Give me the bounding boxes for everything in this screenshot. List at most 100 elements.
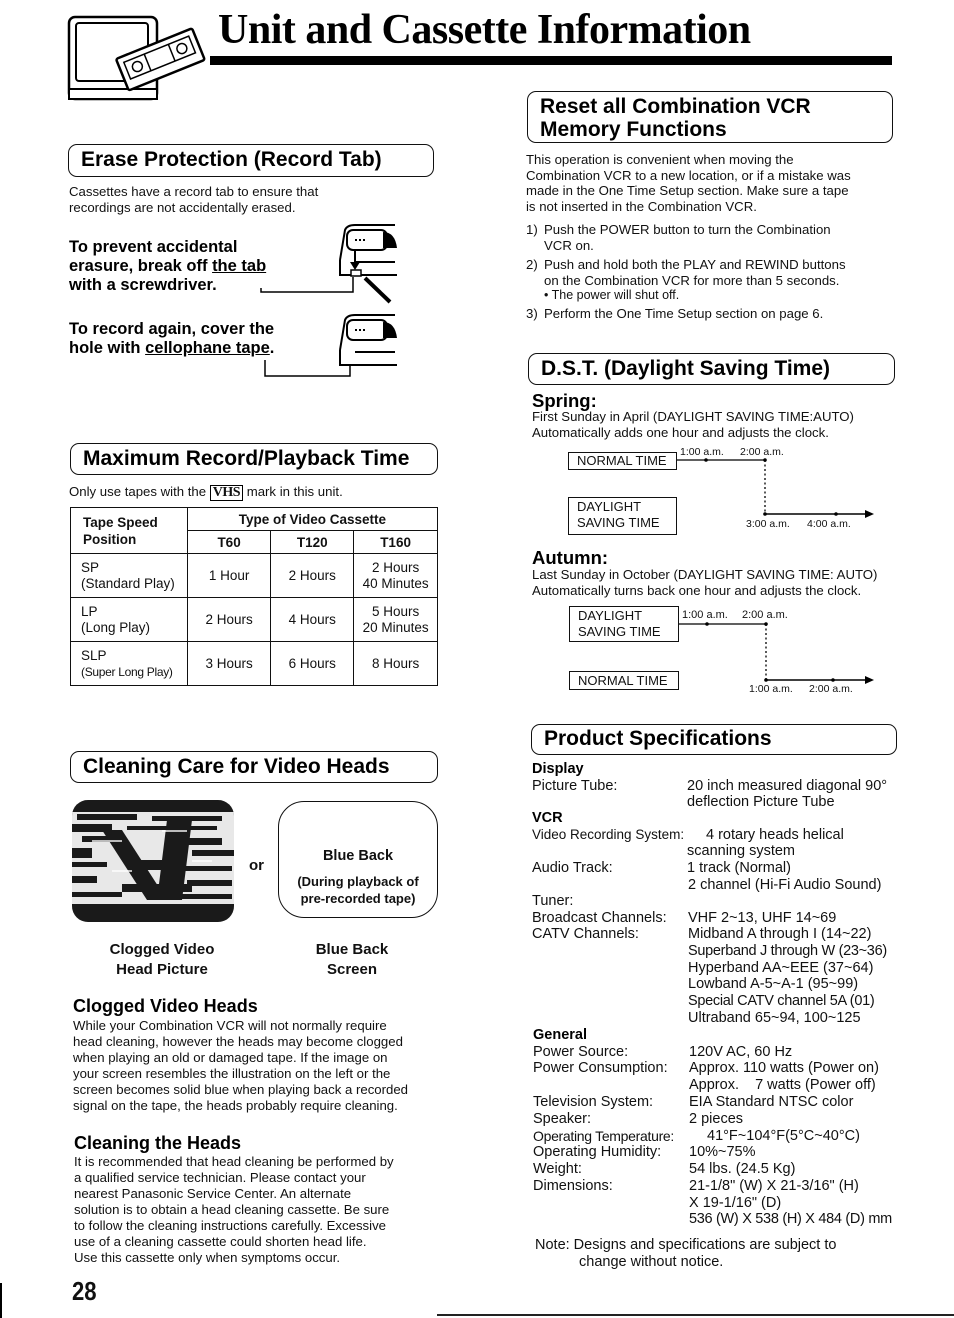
reset-heading-line: Memory Functions — [540, 118, 727, 141]
erase-intro-line: recordings are not accidentally erased. — [69, 200, 296, 215]
prevent-erasure-instruction: To prevent accidental erasure, break off… — [69, 238, 266, 295]
table-header-t120: T120 — [270, 530, 355, 554]
step-number: 1) — [526, 222, 538, 237]
spec-value: 4 rotary heads helical — [706, 827, 844, 843]
spring-desc: First Sunday in April (DAYLIGHT SAVING T… — [532, 409, 854, 440]
body-line: head cleaning, however the heads may bec… — [73, 1034, 403, 1049]
spec-value: EIA Standard NTSC color — [689, 1094, 854, 1110]
step-number: 3) — [526, 306, 538, 321]
table-header-group: Type of Video Cassette — [186, 507, 439, 531]
spec-value: 10%~75% — [689, 1144, 756, 1160]
step-line: Push the POWER button to turn the Combin… — [544, 222, 831, 237]
spec-value: 536 (W) X 538 (H) X 484 (D) mm — [689, 1211, 892, 1227]
speed-desc: (Standard Play) — [81, 575, 175, 591]
time-line: 40 Minutes — [362, 575, 429, 591]
cleaning-heading-box: Cleaning Care for Video Heads — [70, 751, 438, 783]
max-time-heading: Maximum Record/Playback Time — [83, 446, 410, 470]
box-line: DAYLIGHT — [577, 499, 642, 514]
dst-heading-box: D.S.T. (Daylight Saving Time) — [528, 353, 895, 385]
table-header-speed: Tape Speed Position — [70, 507, 188, 554]
body-line: signal on the tape, the heads probably r… — [73, 1098, 398, 1113]
vhs-note: Only use tapes with the VHS mark in this… — [69, 484, 343, 501]
autumn-top-time-2: 2:00 a.m. — [742, 609, 788, 621]
spring-bottom-time-2: 4:00 a.m. — [807, 518, 851, 530]
erase-intro-line: Cassettes have a record tab to ensure th… — [69, 184, 319, 199]
time-cell: 3 Hours — [186, 641, 272, 686]
reset-step-1: 1) Push the POWER button to turn the Com… — [526, 222, 831, 253]
body-line: nearest Panasonic Service Center. An alt… — [74, 1186, 352, 1201]
reset-step-2: 2) Push and hold both the PLAY and REWIN… — [526, 257, 846, 304]
step-line: • The power will shut off. — [544, 288, 680, 302]
arrow-right-icon — [865, 510, 874, 518]
spec-label: Dimensions: — [533, 1178, 613, 1194]
tv-cassette-logo-icon — [66, 15, 206, 110]
step-line: Perform the One Time Setup section on pa… — [544, 306, 824, 321]
spec-label: Tuner: — [532, 893, 574, 909]
time-cell: 4 Hours — [270, 597, 355, 642]
time-line: 20 Minutes — [362, 619, 429, 635]
body-line: Use this cassette only when symptoms occ… — [74, 1250, 341, 1265]
cassette-tab-illustration-icon — [260, 224, 397, 377]
autumn-bottom-time-1: 1:00 a.m. — [749, 683, 793, 695]
table-header-t160: T160 — [353, 530, 438, 554]
prevent-line: with a screwdriver. — [69, 276, 217, 294]
body-line: screen becomes solid blue when playing b… — [73, 1082, 409, 1097]
spec-label: Operating Temperature: — [533, 1128, 675, 1144]
binding-edge-mark — [0, 1283, 2, 1318]
spec-label: Broadcast Channels: — [532, 910, 667, 926]
step-line: Push and hold both the PLAY and REWIND b… — [544, 257, 846, 272]
body-line: First Sunday in April (DAYLIGHT SAVING T… — [532, 409, 854, 424]
autumn-desc: Last Sunday in October (DAYLIGHT SAVING … — [532, 567, 877, 598]
spec-value: Midband A through I (14~22) — [688, 926, 872, 942]
speed-code: LP — [81, 603, 98, 619]
time-cell: 1 Hour — [186, 553, 272, 598]
speed-cell: SLP (Super Long Play) — [70, 641, 188, 686]
cleaning-heading: Cleaning Care for Video Heads — [83, 754, 390, 778]
spec-value: VHF 2~13, UHF 14~69 — [688, 910, 837, 926]
body-line: It is recommended that head cleaning be … — [74, 1154, 394, 1169]
spec-label: CATV Channels: — [532, 926, 639, 942]
step-line: on the Combination VCR for more than 5 s… — [544, 272, 840, 288]
time-line: 5 Hours — [371, 603, 420, 619]
autumn-dst-box: DAYLIGHT SAVING TIME — [569, 606, 679, 642]
body-line: is not inserted in the Combination VCR. — [526, 198, 757, 214]
blue-back-desc-line: pre-recorded tape) — [300, 891, 416, 906]
spec-value: X 19-1/16" (D) — [689, 1195, 782, 1211]
autumn-normal-time-box: NORMAL TIME — [569, 671, 679, 690]
blue-back-screen: Blue Back (During playback of pre-record… — [278, 801, 438, 918]
timeline-point — [705, 622, 709, 626]
or-label: or — [249, 857, 264, 874]
timeline-point — [704, 458, 708, 462]
caption-line: Clogged Video — [109, 941, 215, 958]
note-line: change without notice. — [579, 1254, 724, 1270]
vhs-note-text: Only use tapes with the — [69, 484, 207, 499]
vhs-note-text: mark in this unit. — [246, 484, 343, 499]
spec-label: Audio Track: — [532, 860, 613, 876]
box-line: SAVING TIME — [578, 624, 661, 639]
caption-line: Head Picture — [116, 961, 208, 978]
spec-value: 2 channel (Hi-Fi Audio Sound) — [688, 877, 882, 893]
body-line: Automatically adds one hour and adjusts … — [532, 424, 829, 440]
time-cell: 2 Hours — [270, 553, 355, 598]
spec-value: Superband J through W (23~36) — [688, 943, 887, 959]
page-title: Unit and Cassette Information — [218, 7, 751, 53]
time-cell: 5 Hours 20 Minutes — [353, 597, 438, 642]
autumn-heading: Autumn: — [532, 547, 609, 568]
timeline-point — [831, 678, 835, 682]
step-number: 2) — [526, 257, 538, 272]
table-row: SP (Standard Play) 1 Hour 2 Hours 2 Hour… — [70, 553, 438, 598]
spec-value: 1 track (Normal) — [687, 860, 791, 876]
spec-value: 54 lbs. (24.5 Kg) — [689, 1161, 796, 1177]
body-line: This operation is convenient when moving… — [526, 152, 794, 167]
speed-code: SP — [81, 559, 100, 575]
body-line: when playing an old or damaged tape. If … — [73, 1050, 388, 1065]
cleaning-heads-heading: Cleaning the Heads — [74, 1133, 242, 1153]
max-time-heading-box: Maximum Record/Playback Time — [70, 443, 438, 475]
spec-label: Video Recording System: — [532, 827, 685, 842]
record-line: hole with — [69, 339, 146, 357]
spring-top-time-1: 1:00 a.m. — [680, 446, 724, 458]
table-row: SLP (Super Long Play) 3 Hours 6 Hours 8 … — [70, 641, 438, 686]
title-rule — [210, 56, 892, 65]
body-line: Combination VCR to a new location, or if… — [526, 167, 851, 183]
spring-top-time-2: 2:00 a.m. — [740, 446, 784, 458]
